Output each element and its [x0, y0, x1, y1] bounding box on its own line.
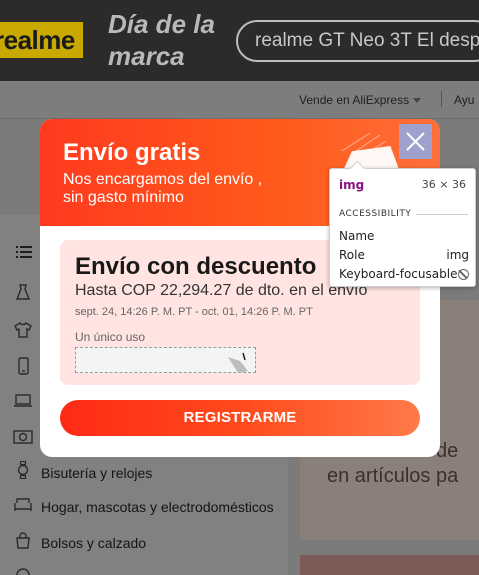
sell-on-aliexpress-link[interactable]: Vende en AliExpress [299, 93, 422, 107]
a11y-focusable-row: Keyboard-focusable [339, 267, 469, 281]
a11y-name-label: Name [339, 229, 375, 243]
camera-icon[interactable] [13, 428, 33, 451]
promo-card-2[interactable] [300, 555, 479, 575]
coupon-title: Envío con descuento [75, 253, 317, 280]
watch-icon [13, 460, 33, 484]
divider [441, 91, 442, 107]
coupon-validity: sept. 24, 14:26 P. M. PT - oct. 01, 14:2… [75, 306, 313, 318]
coupon-amount: Hasta COP 22,294.27 de dto. en el envío [75, 282, 368, 299]
sell-link-label: Vende en AliExpress [299, 93, 410, 107]
close-button[interactable] [399, 124, 432, 159]
accessibility-heading: ACCESSIBILITY [339, 209, 412, 219]
search-input[interactable]: realme GT Neo 3T El desp [236, 20, 479, 62]
category-label: Bolsos y calzado [41, 534, 147, 551]
tshirt-icon[interactable] [13, 321, 33, 344]
element-tag: img [339, 178, 365, 192]
category-label: Bisutería y relojes [41, 464, 153, 481]
phone-icon[interactable] [13, 357, 33, 380]
category-label: Hogar, mascotas y electrodomésticos [41, 498, 274, 515]
category-item-jewelry[interactable]: Bisutería y relojes [13, 460, 153, 484]
register-button[interactable]: REGISTRARME [60, 400, 420, 436]
modal-subtitle-2: sin gasto mínimo [63, 189, 184, 206]
not-allowed-icon [458, 269, 469, 280]
a11y-role-label: Role [339, 248, 365, 262]
a11y-role-value: img [446, 248, 469, 262]
dress-icon[interactable] [13, 283, 33, 306]
modal-title: Envío gratis [63, 139, 201, 166]
modal-subtitle: Nos encargamos del envío , [63, 171, 263, 188]
chevron-down-icon [413, 98, 422, 104]
element-dimensions: 36 × 36 [421, 178, 466, 191]
category-item-next[interactable] [13, 566, 33, 575]
category-item-bags[interactable]: Bolsos y calzado [13, 531, 146, 553]
divider [416, 214, 468, 215]
coupon-code-box[interactable] [75, 347, 256, 373]
close-icon [406, 132, 425, 151]
a11y-role-row: Role img [339, 248, 469, 262]
coupon-usage: Un único uso [75, 330, 146, 344]
category-icon [13, 566, 33, 575]
sofa-icon [13, 496, 33, 517]
pointer-cursor-icon [228, 352, 248, 373]
menu-list-icon[interactable] [16, 245, 32, 264]
promo-title: Día de la marca [108, 9, 215, 71]
laptop-icon[interactable] [13, 392, 33, 415]
brand-logo[interactable]: realme [0, 22, 83, 58]
bag-icon [13, 531, 33, 554]
a11y-focusable-label: Keyboard-focusable [339, 267, 458, 281]
promo-subtext-2: en artículos pa [327, 465, 459, 487]
a11y-name-row: Name [339, 229, 469, 243]
category-item-home[interactable]: Hogar, mascotas y electrodomésticos [13, 496, 274, 518]
devtools-inspect-tooltip: img 36 × 36 ACCESSIBILITY Name Role img … [329, 168, 476, 287]
help-link[interactable]: Ayu [454, 93, 474, 107]
top-banner: realme Día de la marca realme GT Neo 3T … [0, 0, 479, 81]
secondary-nav: Vende en AliExpress Ayu [0, 81, 479, 119]
